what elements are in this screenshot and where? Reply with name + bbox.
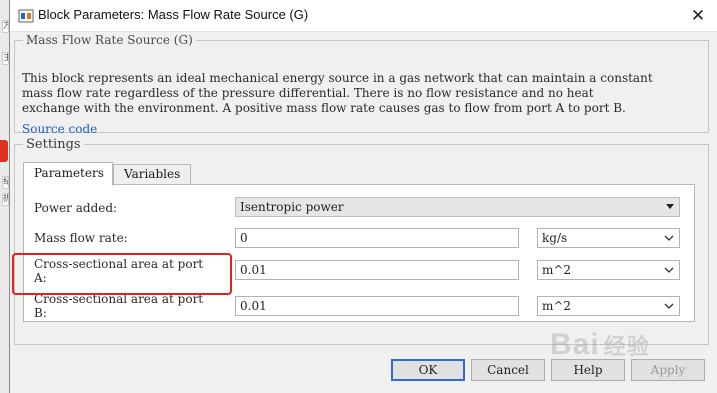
ok-button[interactable]: OK	[391, 359, 465, 381]
chevron-down-icon	[664, 235, 674, 241]
mass-flow-rate-unit-dropdown[interactable]: kg/s	[537, 228, 680, 248]
background-red-tab	[0, 140, 8, 162]
background-text: 主	[2, 52, 9, 65]
background-text: 纪	[2, 176, 9, 189]
mass-flow-rate-label: Mass flow rate:	[34, 231, 128, 245]
cancel-button[interactable]: Cancel	[471, 359, 545, 381]
block-group-title: Mass Flow Rate Source (G)	[26, 33, 193, 47]
highlight-box	[12, 253, 232, 295]
power-added-dropdown[interactable]: Isentropic power	[235, 197, 680, 217]
background-text: 方	[2, 20, 9, 33]
block-icon	[18, 9, 34, 23]
description-line: mass flow rate regardless of the pressur…	[22, 86, 594, 100]
description-line: This block represents an ideal mechanica…	[22, 71, 653, 85]
window-title: Block Parameters: Mass Flow Rate Source …	[38, 7, 309, 22]
power-added-label: Power added:	[34, 201, 118, 215]
mass-flow-rate-unit: kg/s	[542, 231, 568, 245]
mass-flow-rate-input[interactable]: 0	[235, 228, 519, 248]
area-port-a-input[interactable]: 0.01	[235, 260, 519, 280]
block-description-group: Mass Flow Rate Source (G) This block rep…	[14, 33, 709, 136]
area-port-b-input[interactable]: 0.01	[235, 296, 519, 316]
help-button[interactable]: Help	[551, 359, 625, 381]
tab-parameters[interactable]: Parameters	[23, 162, 113, 186]
apply-button[interactable]: Apply	[631, 359, 705, 381]
chevron-down-icon	[664, 267, 674, 273]
tab-variables[interactable]: Variables	[113, 164, 191, 185]
area-port-b-label: Cross-sectional area at port B:	[34, 292, 204, 320]
dropdown-arrow-icon	[666, 204, 674, 209]
area-port-b-unit: m^2	[542, 299, 572, 313]
area-port-a-unit-dropdown[interactable]: m^2	[537, 260, 680, 280]
area-port-a-unit: m^2	[542, 263, 572, 277]
block-parameters-dialog: Block Parameters: Mass Flow Rate Source …	[9, 0, 717, 393]
description-line: exchange with the environment. A positiv…	[22, 101, 626, 115]
title-bar: Block Parameters: Mass Flow Rate Source …	[10, 0, 717, 32]
close-icon[interactable]: ✕	[688, 6, 708, 26]
background-text: 拆	[2, 193, 9, 206]
chevron-down-icon	[664, 303, 674, 309]
block-description: This block represents an ideal mechanica…	[22, 71, 702, 116]
power-added-value: Isentropic power	[240, 200, 344, 214]
settings-title: Settings	[26, 137, 81, 152]
area-port-b-unit-dropdown[interactable]: m^2	[537, 296, 680, 316]
source-code-link[interactable]: Source code	[22, 122, 97, 136]
